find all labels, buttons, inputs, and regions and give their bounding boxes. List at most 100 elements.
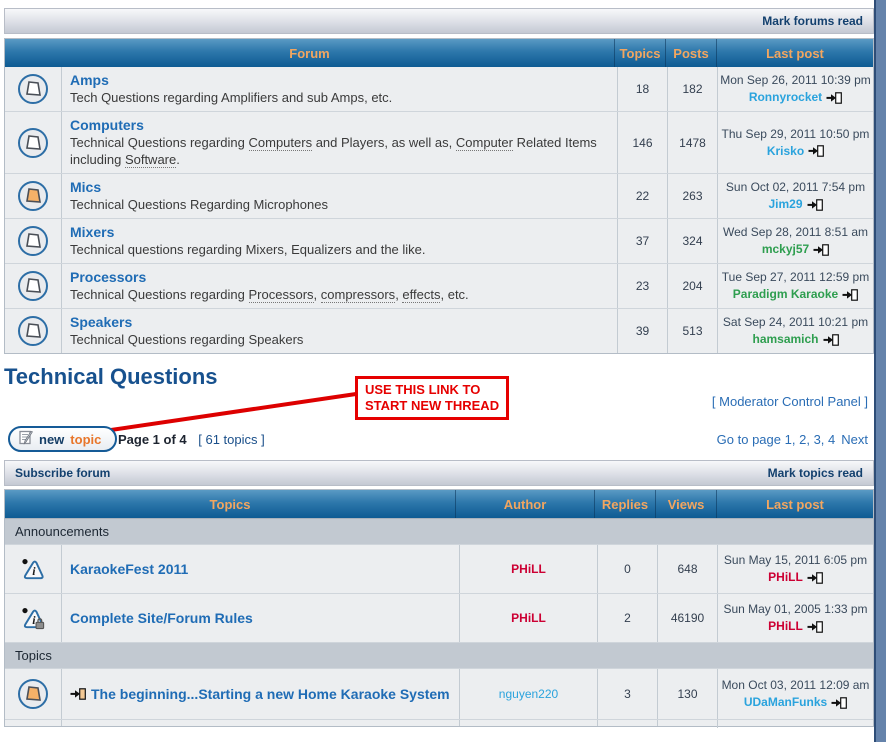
goto-newest-icon (70, 688, 86, 700)
lastpost-date: Tue Sep 27, 2011 12:59 pm (722, 269, 869, 286)
topic-lastpost-cell: Sun May 15, 2011 6:05 pmPHiLL (717, 545, 873, 593)
topic-replies-count: 2 (597, 594, 657, 642)
topic-views-count: 46190 (657, 594, 717, 642)
lastpost-user-link[interactable]: mckyj57 (762, 241, 809, 258)
topic-author-link[interactable]: PHiLL (511, 562, 546, 576)
lastpost-byline: Krisko (767, 143, 824, 160)
announcement-icon: i (20, 557, 46, 582)
lastpost-user-link[interactable]: PHiLL (768, 569, 803, 586)
goto-next-link[interactable]: Next (841, 432, 868, 447)
forum-description: Technical questions regarding Mixers, Eq… (70, 241, 426, 258)
forum-description-segment: Computer (456, 135, 513, 151)
goto-page-link[interactable]: 1 (785, 432, 792, 447)
lastpost-date: Mon Sep 26, 2011 10:39 pm (720, 72, 871, 89)
forum-description-segment: , (314, 287, 321, 302)
forum-topics-count: 18 (617, 67, 667, 111)
forum-main-cell: AmpsTech Questions regarding Amplifiers … (61, 67, 617, 111)
forum-icon (17, 73, 49, 105)
lastpost-byline: UDaManFunks (744, 694, 847, 711)
lastpost-date: Wed Sep 28, 2011 8:51 am (723, 224, 868, 241)
forum-topics-count: 22 (617, 174, 667, 218)
topic-title-link[interactable]: KaraokeFest 2011 (70, 561, 188, 578)
topics-table-header: Topics Author Replies Views Last post (5, 490, 873, 518)
lastpost-date: Sun May 15, 2011 6:05 pm (724, 552, 867, 569)
forum-name-link[interactable]: Mixers (70, 224, 114, 241)
forum-icon-cell (5, 219, 61, 263)
topic-title-link[interactable]: Complete Site/Forum Rules (70, 610, 253, 627)
topic-title-link[interactable]: The beginning...Starting a new Home Kara… (91, 686, 450, 703)
pagination-info: Page 1 of 4 [ 61 topics ] (118, 432, 265, 447)
lastpost-user-link[interactable]: Ronnyrocket (749, 89, 822, 106)
new-topic-word2: topic (70, 432, 101, 447)
forum-icon-cell (5, 174, 61, 218)
forum-row: ComputersTechnical Questions regarding C… (5, 111, 873, 173)
forum-icon (17, 127, 49, 159)
lastpost-date: Mon Oct 03, 2011 12:09 am (722, 677, 870, 694)
mark-topics-read-link[interactable]: Mark topics read (768, 466, 863, 480)
page-title: Technical Questions (4, 364, 218, 390)
goto-post-icon (823, 334, 839, 346)
views-column-header: Views (655, 490, 716, 518)
topic-row: iKaraokeFest 2011PHiLL0648Sun May 15, 20… (5, 544, 873, 593)
forum-description-segment: effects (402, 287, 440, 303)
forum-lastpost-cell: Thu Sep 29, 2011 10:50 pmKrisko (717, 112, 873, 173)
new-topic-button[interactable]: newtopic (8, 426, 117, 452)
topic-lastpost-cell: Sun May 01, 2005 1:33 pmPHiLL (717, 594, 873, 642)
lastpost-date: Thu Sep 29, 2011 10:50 pm (722, 126, 870, 143)
lastpost-user-link[interactable]: Krisko (767, 143, 804, 160)
forum-page: Mark forums read Forum Topics Posts Last… (0, 0, 886, 742)
forum-description: Technical Questions Regarding Microphone… (70, 196, 328, 213)
topics-column-header: Topics (614, 39, 665, 67)
forum-description: Technical Questions regarding Speakers (70, 331, 303, 348)
lastpost-user-link[interactable]: PHiLL (768, 618, 803, 635)
topic-row: The beginning...Starting a new Home Kara… (5, 668, 873, 719)
forum-description-segment: compressors (321, 287, 395, 303)
goto-post-icon (842, 289, 858, 301)
lastpost-user-link[interactable]: hamsamich (752, 331, 818, 348)
topic-row: iComplete Site/Forum RulesPHiLL246190Sun… (5, 593, 873, 642)
lastpost-user-link[interactable]: UDaManFunks (744, 694, 827, 711)
forum-row: MicsTechnical Questions Regarding Microp… (5, 173, 873, 218)
forum-description-segment: Technical Questions regarding Speakers (70, 332, 303, 347)
forum-row: AmpsTech Questions regarding Amplifiers … (5, 67, 873, 111)
goto-post-icon (808, 145, 824, 157)
forum-description: Tech Questions regarding Amplifiers and … (70, 89, 392, 106)
moderator-control-panel-link[interactable]: [ Moderator Control Panel ] (712, 394, 868, 409)
mark-forums-read-link[interactable]: Mark forums read (762, 14, 863, 28)
forum-name-link[interactable]: Speakers (70, 314, 132, 331)
forum-table-body: AmpsTech Questions regarding Amplifiers … (5, 67, 873, 353)
goto-page-link[interactable]: 3 (814, 432, 821, 447)
lastpost-user-link[interactable]: Jim29 (768, 196, 802, 213)
forum-description-segment: Technical Questions regarding (70, 135, 249, 150)
forum-description-segment: Technical Questions regarding (70, 287, 249, 302)
topic-title-line: KaraokeFest 2011 (70, 561, 188, 578)
goto-post-icon (807, 572, 823, 584)
lastpost-byline: Paradigm Karaoke (733, 286, 858, 303)
forum-description-segment: Technical Questions Regarding Microphone… (70, 197, 328, 212)
forum-description-segment: Software (125, 152, 176, 168)
forum-name-link[interactable]: Processors (70, 269, 146, 286)
topic-author-cell: nguyen220 (459, 669, 597, 719)
goto-page-link[interactable]: 4 (828, 432, 835, 447)
forum-name-link[interactable]: Amps (70, 72, 109, 89)
lastpost-byline: PHiLL (768, 618, 823, 635)
lastpost-user-link[interactable]: Paradigm Karaoke (733, 286, 838, 303)
goto-post-icon (826, 92, 842, 104)
goto-page-links: 1, 2, 3, 4Next (785, 432, 868, 447)
annotation-callout: USE THIS LINK TO START NEW THREAD (355, 376, 509, 420)
forum-unread-icon (17, 180, 49, 212)
page-number-text: Page 1 of 4 (118, 432, 187, 447)
forum-lastpost-cell: Tue Sep 27, 2011 12:59 pmParadigm Karaok… (717, 264, 873, 308)
topic-author-link[interactable]: nguyen220 (499, 687, 558, 701)
forum-name-link[interactable]: Computers (70, 117, 144, 134)
forum-table: Forum Topics Posts Last post AmpsTech Qu… (4, 38, 874, 354)
forum-row: SpeakersTechnical Questions regarding Sp… (5, 308, 873, 353)
annotation-line1: USE THIS LINK TO (365, 382, 499, 398)
forum-icon (17, 270, 49, 302)
forum-name-link[interactable]: Mics (70, 179, 101, 196)
topic-author-link[interactable]: PHiLL (511, 611, 546, 625)
goto-page-link[interactable]: 2 (799, 432, 806, 447)
subscribe-forum-link[interactable]: Subscribe forum (15, 466, 110, 480)
forum-description-segment: Tech Questions regarding Amplifiers and … (70, 90, 392, 105)
author-column-header: Author (455, 490, 594, 518)
